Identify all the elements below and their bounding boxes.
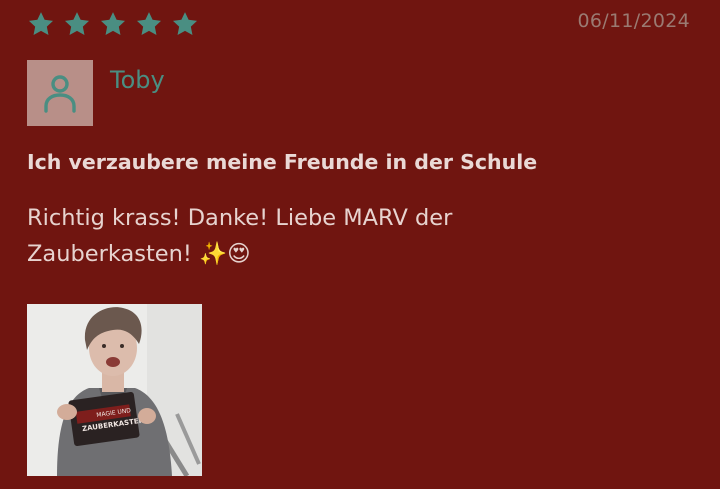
review-author: Toby [110,66,165,94]
review-title: Ich verzaubere meine Freunde in der Schu… [27,150,538,174]
review-photo[interactable]: MAGIE UND ZAUBERKASTEN [27,304,202,476]
review-date: 06/11/2024 [577,10,690,32]
review-text: Richtig krass! Danke! Liebe MARV der Zau… [27,205,453,267]
star-icon [63,10,91,38]
avatar [27,60,93,126]
star-rating [27,10,199,38]
star-icon [171,10,199,38]
user-icon [43,73,77,113]
star-icon [135,10,163,38]
star-icon [27,10,55,38]
star-icon [99,10,127,38]
